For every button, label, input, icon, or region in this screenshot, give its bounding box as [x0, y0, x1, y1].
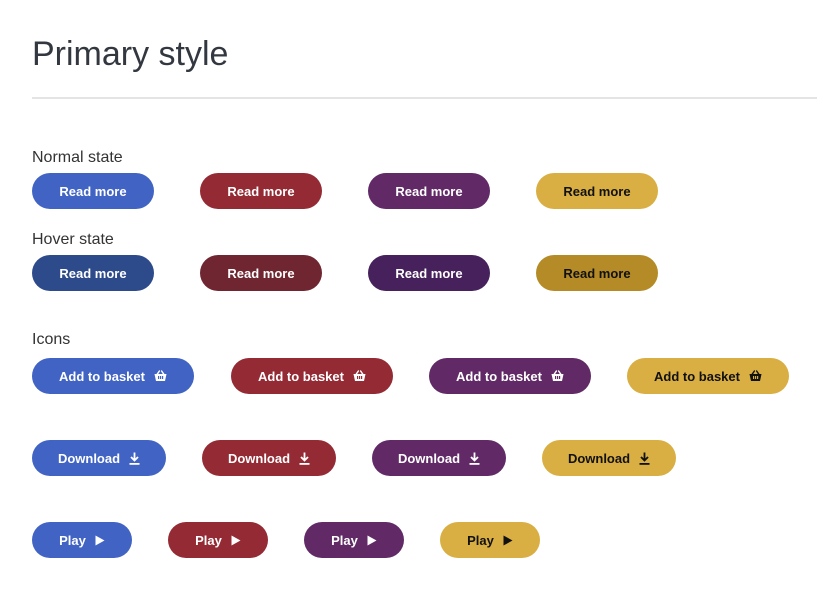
button-label: Read more	[563, 183, 631, 199]
divider	[32, 97, 817, 99]
button-label: Read more	[395, 183, 463, 199]
play-button-red[interactable]: Play	[168, 522, 268, 558]
download-button-yellow[interactable]: Download	[542, 440, 676, 476]
button-label: Play	[467, 532, 494, 548]
add-to-basket-button-blue[interactable]: Add to basket	[32, 358, 194, 394]
button-label: Download	[227, 450, 291, 466]
read-more-button-blue[interactable]: Read more	[32, 173, 154, 209]
play-button-purple[interactable]: Play	[304, 522, 404, 558]
download-icon	[469, 452, 480, 465]
play-icon	[95, 535, 105, 546]
download-button-purple[interactable]: Download	[372, 440, 506, 476]
play-button-blue[interactable]: Play	[32, 522, 132, 558]
button-label: Read more	[227, 265, 295, 281]
button-label: Add to basket	[258, 368, 344, 384]
play-icon	[503, 535, 513, 546]
icons-label: Icons	[32, 331, 71, 348]
button-label: Play	[59, 532, 86, 548]
read-more-button-yellow[interactable]: Read more	[536, 173, 658, 209]
read-more-hover-button-purple[interactable]: Read more	[368, 255, 490, 291]
read-more-hover-button-yellow[interactable]: Read more	[536, 255, 658, 291]
button-label: Download	[397, 450, 461, 466]
button-label: Add to basket	[654, 368, 740, 384]
play-button-yellow[interactable]: Play	[440, 522, 540, 558]
page-title: Primary style	[32, 35, 229, 73]
button-label: Read more	[395, 265, 463, 281]
button-label: Add to basket	[59, 368, 145, 384]
read-more-hover-button-red[interactable]: Read more	[200, 255, 322, 291]
basket-icon	[551, 370, 564, 382]
basket-icon	[353, 370, 366, 382]
button-label: Read more	[227, 183, 295, 199]
add-to-basket-button-yellow[interactable]: Add to basket	[627, 358, 789, 394]
read-more-button-purple[interactable]: Read more	[368, 173, 490, 209]
basket-icon	[154, 370, 167, 382]
play-icon	[367, 535, 377, 546]
read-more-hover-button-blue[interactable]: Read more	[32, 255, 154, 291]
download-icon	[129, 452, 140, 465]
button-label: Play	[195, 532, 222, 548]
download-button-blue[interactable]: Download	[32, 440, 166, 476]
play-icon	[231, 535, 241, 546]
add-to-basket-button-red[interactable]: Add to basket	[231, 358, 393, 394]
button-label: Download	[57, 450, 121, 466]
button-label: Add to basket	[456, 368, 542, 384]
basket-icon	[749, 370, 762, 382]
read-more-button-red[interactable]: Read more	[200, 173, 322, 209]
add-to-basket-button-purple[interactable]: Add to basket	[429, 358, 591, 394]
download-icon	[299, 452, 310, 465]
download-icon	[639, 452, 650, 465]
download-button-red[interactable]: Download	[202, 440, 336, 476]
button-label: Play	[331, 532, 358, 548]
normal-state-label: Normal state	[32, 149, 123, 166]
button-label: Download	[567, 450, 631, 466]
button-label: Read more	[59, 183, 127, 199]
hover-state-label: Hover state	[32, 231, 114, 248]
button-label: Read more	[563, 265, 631, 281]
button-label: Read more	[59, 265, 127, 281]
